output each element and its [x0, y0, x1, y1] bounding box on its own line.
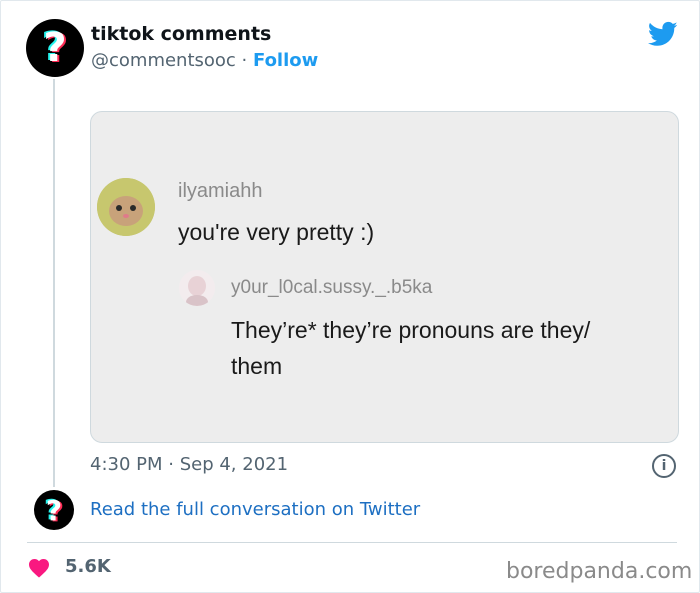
- question-mark-icon: ?: [45, 493, 63, 527]
- divider: [27, 542, 677, 543]
- display-name[interactable]: tiktok comments: [91, 23, 271, 45]
- separator: ·: [235, 50, 253, 71]
- media-image[interactable]: ilyamiahh you're very pretty :) y0ur_l0c…: [90, 111, 679, 443]
- reply-username: y0ur_l0cal.sussy._.b5ka: [231, 277, 433, 298]
- handle[interactable]: @commentsooc: [91, 50, 236, 71]
- person-icon: [179, 270, 215, 306]
- thread-line: [53, 79, 55, 487]
- heart-icon[interactable]: [27, 556, 51, 578]
- handle-row: @commentsooc · Follow: [91, 50, 318, 71]
- follow-button[interactable]: Follow: [253, 50, 318, 71]
- cat-face-icon: [97, 178, 155, 236]
- comment-username: ilyamiahh: [178, 180, 263, 202]
- separator: ·: [162, 454, 180, 475]
- reply-text-line1: They’re* they’re pronouns are they/: [231, 317, 591, 343]
- timestamp[interactable]: 4:30 PM · Sep 4, 2021: [90, 454, 288, 475]
- question-mark-icon: ?: [43, 25, 67, 71]
- small-profile-avatar[interactable]: ?: [34, 490, 74, 530]
- tweet-embed-card: ? tiktok comments @commentsooc · Follow …: [0, 0, 700, 593]
- tweet-time: 4:30 PM: [90, 454, 163, 475]
- tweet-date: Sep 4, 2021: [179, 454, 289, 475]
- twitter-bird-icon[interactable]: [646, 19, 680, 49]
- like-count[interactable]: 5.6K: [65, 556, 111, 577]
- boredpanda-watermark: boredpanda.com: [506, 559, 693, 584]
- read-conversation-link[interactable]: Read the full conversation on Twitter: [90, 499, 420, 520]
- reply-text-line2: them: [231, 353, 283, 379]
- info-icon[interactable]: i: [652, 454, 676, 478]
- comment-text: you're very pretty :): [178, 219, 375, 245]
- user-avatar: [179, 270, 215, 306]
- profile-avatar[interactable]: ?: [26, 19, 84, 77]
- cat-avatar: [97, 178, 155, 236]
